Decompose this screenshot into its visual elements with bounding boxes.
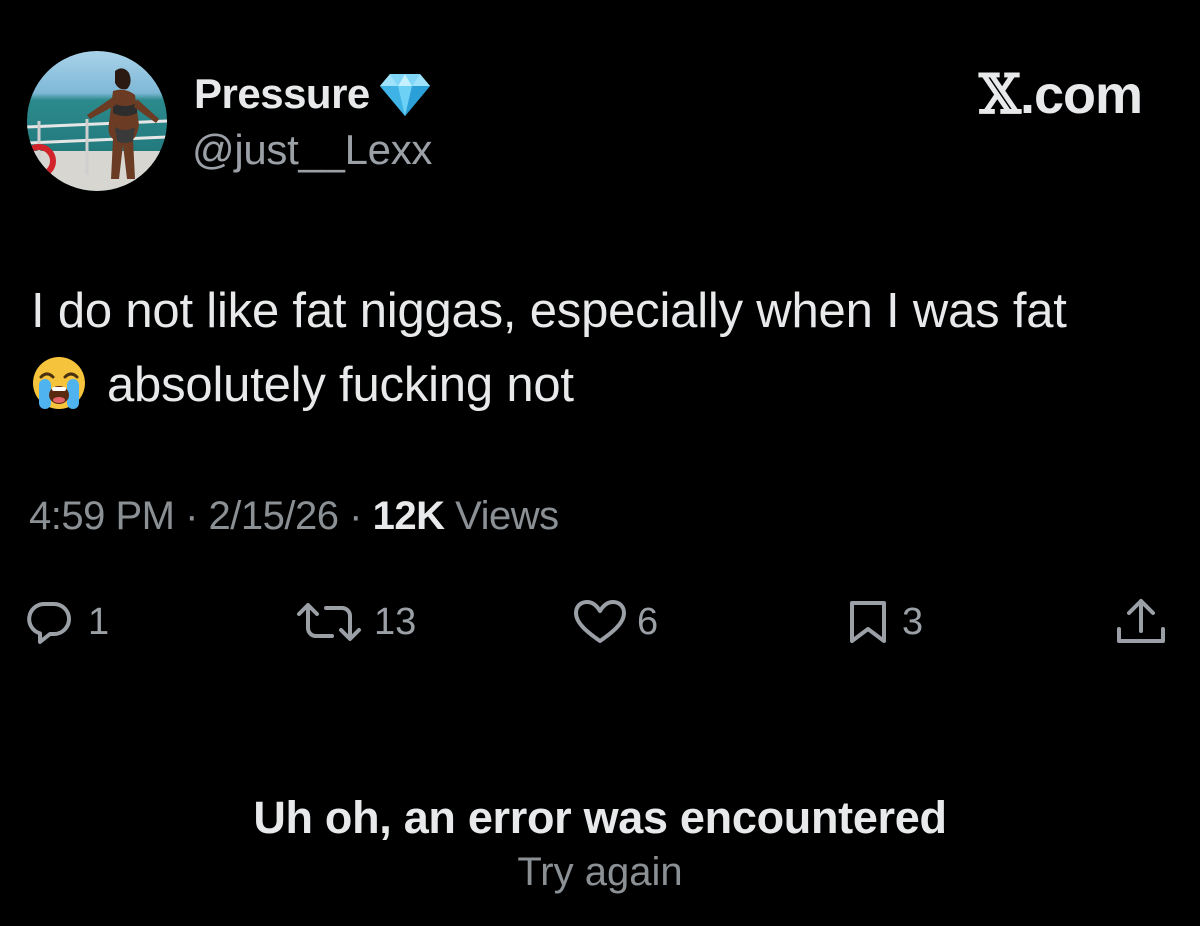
author-name-row: Pressure	[194, 66, 434, 122]
profile-photo	[27, 51, 167, 191]
bookmark-count: 3	[902, 600, 924, 643]
try-again-link[interactable]: Try again	[517, 850, 682, 894]
tweet-text-line: absolutely fucking not	[31, 348, 1181, 422]
heart-icon	[574, 600, 626, 643]
reply-count: 1	[88, 600, 110, 643]
repost-icon	[297, 603, 361, 641]
meta-separator: ·	[185, 494, 198, 538]
repost-count: 13	[374, 600, 417, 643]
views-label: Views	[455, 494, 559, 538]
tweet-meta: 4:59 PM · 2/15/26 · 12K Views	[29, 494, 559, 539]
views-count: 12K	[372, 494, 445, 538]
share-button[interactable]	[1114, 590, 1168, 654]
tweet-text-line: I do not like fat niggas, especially whe…	[31, 284, 1067, 338]
tweet-date[interactable]: 2/15/26	[209, 494, 339, 538]
tweet-time[interactable]: 4:59 PM	[29, 494, 175, 538]
reply-button[interactable]: 1	[26, 590, 109, 654]
loudly-crying-face-icon	[33, 357, 85, 409]
diamond-icon	[379, 74, 430, 116]
like-count: 6	[637, 600, 659, 643]
x-logo-icon: 𝕏	[979, 62, 1021, 126]
meta-separator: ·	[349, 494, 362, 538]
share-icon	[1117, 599, 1165, 643]
retry-row: Try again	[0, 850, 1200, 895]
reply-icon	[27, 602, 71, 644]
error-title: Uh oh, an error was encountered	[253, 792, 947, 843]
site-suffix: .com	[1019, 65, 1143, 125]
author-handle[interactable]: @just__Lexx	[192, 126, 432, 174]
like-button[interactable]: 6	[573, 590, 658, 654]
display-name[interactable]: Pressure	[194, 70, 370, 118]
site-label: 𝕏 .com	[979, 62, 1143, 126]
tweet-text-line2: absolutely fucking not	[107, 358, 574, 412]
bookmark-icon	[850, 601, 886, 643]
action-bar: 1 13 6 3	[0, 590, 1200, 660]
repost-button[interactable]: 13	[296, 590, 416, 654]
bookmark-button[interactable]: 3	[848, 590, 923, 654]
tweet-text: I do not like fat niggas, especially whe…	[31, 274, 1181, 422]
avatar[interactable]	[27, 51, 167, 191]
